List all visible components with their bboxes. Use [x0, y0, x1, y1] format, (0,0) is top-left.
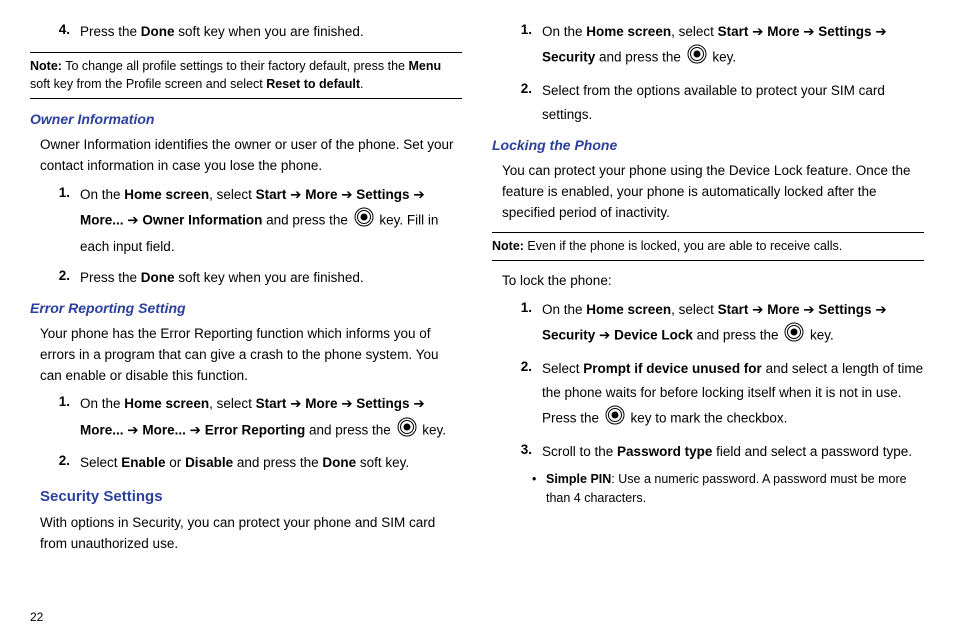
bullet-text: Simple PIN: Use a numeric password. A pa… — [546, 470, 924, 509]
step-number: 2. — [506, 79, 542, 128]
step-text: Select Prompt if device unused for and s… — [542, 357, 924, 434]
note-box: Note: To change all profile settings to … — [30, 52, 462, 99]
step-text: On the Home screen, select Start ➔ More … — [80, 392, 462, 445]
page-number: 22 — [0, 610, 954, 624]
step-number: 1. — [506, 20, 542, 73]
list-item: 1. On the Home screen, select Start ➔ Mo… — [506, 20, 924, 73]
heading-security-settings: Security Settings — [30, 485, 462, 508]
paragraph: You can protect your phone using the Dev… — [492, 161, 924, 224]
heading-error-reporting: Error Reporting Setting — [30, 298, 462, 320]
step-number: 1. — [44, 392, 80, 445]
ok-key-icon — [354, 207, 374, 235]
step-text: On the Home screen, select Start ➔ More … — [542, 20, 924, 73]
right-column: 1. On the Home screen, select Start ➔ Mo… — [492, 20, 924, 610]
step-number: 2. — [506, 357, 542, 434]
ok-key-icon — [605, 405, 625, 433]
step-text: Select from the options available to pro… — [542, 79, 924, 128]
paragraph: Your phone has the Error Reporting funct… — [30, 324, 462, 387]
ok-key-icon — [687, 44, 707, 72]
bullet-item: • Simple PIN: Use a numeric password. A … — [532, 470, 924, 509]
heading-locking-the-phone: Locking the Phone — [492, 135, 924, 157]
step-number: 2. — [44, 451, 80, 475]
step-number: 4. — [44, 20, 80, 44]
step-number: 2. — [44, 266, 80, 290]
list-item: 2. Select Prompt if device unused for an… — [506, 357, 924, 434]
list-item: 1. On the Home screen, select Start ➔ Mo… — [506, 298, 924, 351]
step-text: On the Home screen, select Start ➔ More … — [542, 298, 924, 351]
heading-owner-information: Owner Information — [30, 109, 462, 131]
left-column: 4. Press the Done soft key when you are … — [30, 20, 462, 610]
ok-key-icon — [397, 417, 417, 445]
paragraph: Owner Information identifies the owner o… — [30, 135, 462, 177]
step-text: Press the Done soft key when you are fin… — [80, 20, 462, 44]
step-number: 1. — [506, 298, 542, 351]
bullet-dot: • — [532, 470, 546, 509]
list-item: 1. On the Home screen, select Start ➔ Mo… — [44, 392, 462, 445]
note-box: Note: Even if the phone is locked, you a… — [492, 232, 924, 262]
step-text: Scroll to the Password type field and se… — [542, 440, 924, 464]
list-item: 2. Press the Done soft key when you are … — [44, 266, 462, 290]
step-text: On the Home screen, select Start ➔ More … — [80, 183, 462, 260]
list-item: 2. Select from the options available to … — [506, 79, 924, 128]
paragraph: To lock the phone: — [492, 271, 924, 292]
page-content: 4. Press the Done soft key when you are … — [0, 0, 954, 610]
list-item: 3. Scroll to the Password type field and… — [506, 440, 924, 464]
ok-key-icon — [784, 322, 804, 350]
list-item: 1. On the Home screen, select Start ➔ Mo… — [44, 183, 462, 260]
list-item: 2. Select Enable or Disable and press th… — [44, 451, 462, 475]
list-item: 4. Press the Done soft key when you are … — [44, 20, 462, 44]
step-text: Select Enable or Disable and press the D… — [80, 451, 462, 475]
step-number: 1. — [44, 183, 80, 260]
step-text: Press the Done soft key when you are fin… — [80, 266, 462, 290]
step-number: 3. — [506, 440, 542, 464]
paragraph: With options in Security, you can protec… — [30, 513, 462, 555]
